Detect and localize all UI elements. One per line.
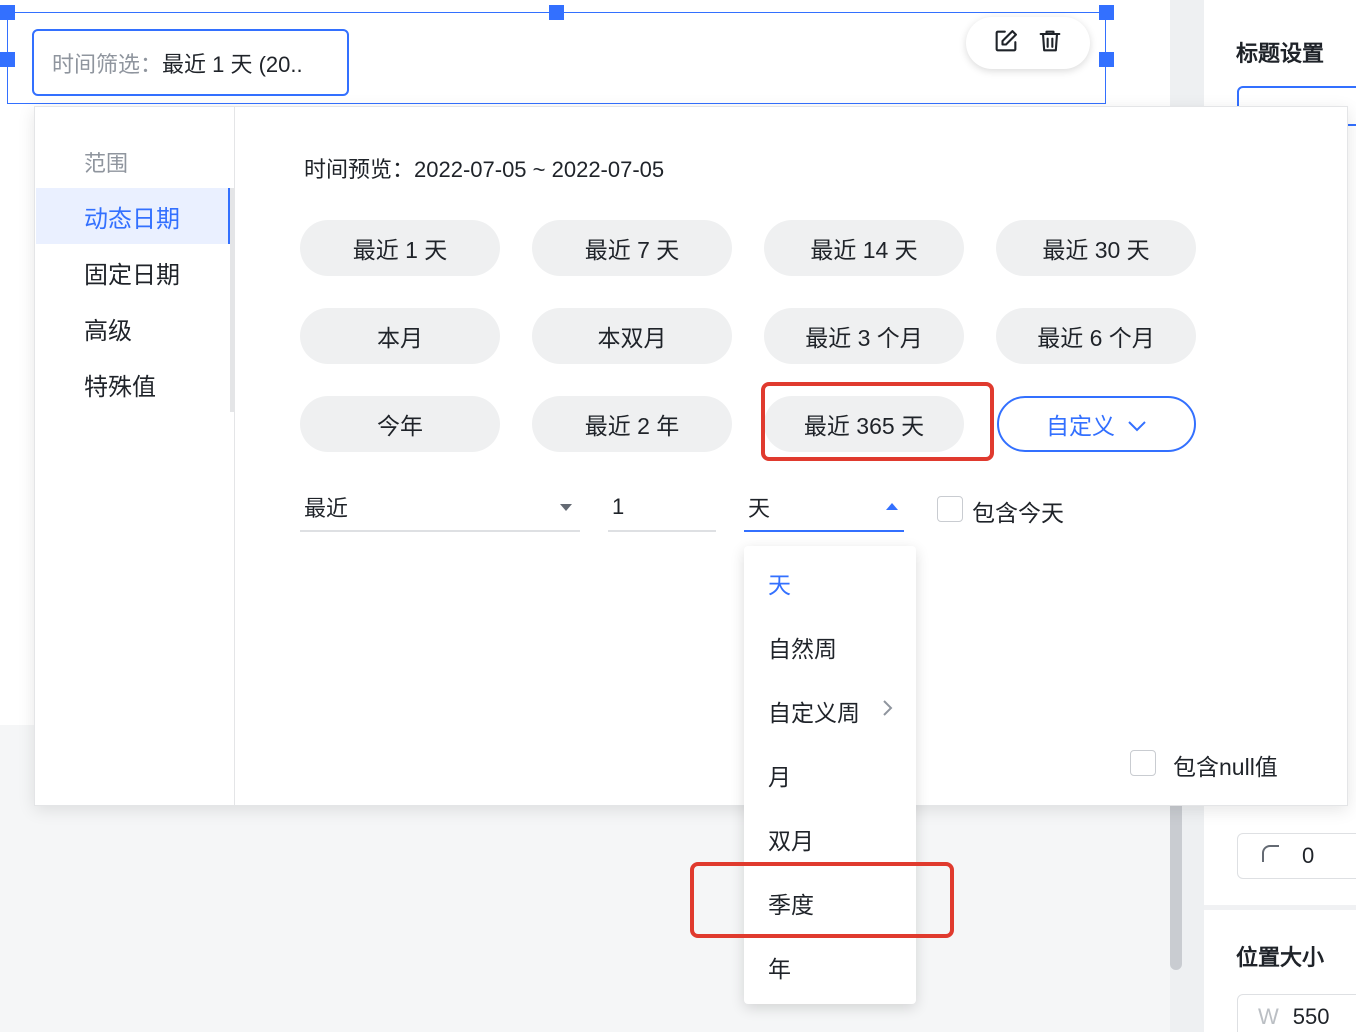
corner-radius-icon — [1260, 843, 1280, 869]
width-value: 550 — [1292, 1004, 1330, 1029]
include-today-checkbox[interactable] — [937, 496, 963, 522]
amount-value: 1 — [612, 494, 625, 519]
resize-handle-top-left[interactable] — [0, 5, 15, 20]
preset-last-1-day[interactable]: 最近 1 天 — [300, 220, 500, 276]
direction-select[interactable]: 最近 — [300, 484, 580, 532]
filter-value: 最近 1 天 (20.. — [162, 51, 303, 77]
sidebar-item-advanced[interactable]: 高级 — [36, 300, 234, 356]
unit-value: 天 — [748, 496, 771, 521]
preset-last-7-days[interactable]: 最近 7 天 — [532, 220, 732, 276]
resize-handle-top-right[interactable] — [1099, 5, 1114, 20]
menu-item-day[interactable]: 天 — [768, 566, 791, 600]
position-size-heading: 位置大小 — [1236, 945, 1325, 970]
corner-radius-value: 0 — [1302, 843, 1315, 868]
include-null-label[interactable]: 包含null值 — [1173, 748, 1278, 782]
edit-icon[interactable] — [992, 27, 1020, 60]
resize-handle-top[interactable] — [549, 5, 564, 20]
highlight-box-365-days — [761, 382, 994, 461]
menu-item-natural-week[interactable]: 自然周 — [768, 630, 837, 664]
canvas-scrollbar[interactable] — [1170, 800, 1182, 970]
preset-last-30-days[interactable]: 最近 30 天 — [996, 220, 1196, 276]
unit-select[interactable]: 天 — [744, 484, 904, 532]
time-preview: 时间预览：2022-07-05 ~ 2022-07-05 — [304, 157, 665, 182]
delete-icon[interactable] — [1036, 27, 1064, 60]
amount-input[interactable]: 1 — [608, 484, 716, 532]
widget-toolbar — [966, 17, 1090, 69]
sidebar-item-dynamic-date[interactable]: 动态日期 — [36, 188, 234, 244]
include-null-checkbox[interactable] — [1130, 750, 1156, 776]
sidebar-scrollbar[interactable] — [230, 188, 234, 412]
include-today-label[interactable]: 包含今天 — [972, 494, 1064, 528]
direction-value: 最近 — [304, 496, 349, 521]
menu-item-year[interactable]: 年 — [768, 950, 791, 984]
range-heading: 范围 — [84, 151, 129, 176]
sidebar-item-special-value[interactable]: 特殊值 — [36, 356, 234, 412]
preset-this-month[interactable]: 本月 — [300, 308, 500, 364]
resize-handle-left[interactable] — [0, 52, 15, 67]
preset-this-year[interactable]: 今年 — [300, 396, 500, 452]
preset-last-2-years[interactable]: 最近 2 年 — [532, 396, 732, 452]
filter-label: 时间筛选： — [52, 51, 163, 77]
preset-this-bimonth[interactable]: 本双月 — [532, 308, 732, 364]
menu-item-custom-week[interactable]: 自定义周 — [768, 694, 860, 728]
chevron-down-icon — [1127, 411, 1147, 438]
title-settings-heading: 标题设置 — [1236, 41, 1325, 66]
preset-last-14-days[interactable]: 最近 14 天 — [764, 220, 964, 276]
resize-handle-right[interactable] — [1099, 52, 1114, 67]
preset-last-3-months[interactable]: 最近 3 个月 — [764, 308, 964, 364]
time-filter-chip[interactable]: 时间筛选： 最近 1 天 (20.. — [32, 29, 349, 96]
highlight-box-quarter — [690, 862, 954, 938]
chevron-right-icon — [878, 694, 898, 722]
custom-range-button[interactable]: 自定义 — [997, 396, 1196, 452]
preset-last-6-months[interactable]: 最近 6 个月 — [996, 308, 1196, 364]
caret-down-icon — [560, 504, 572, 511]
menu-item-month[interactable]: 月 — [768, 758, 791, 792]
menu-item-bimonth[interactable]: 双月 — [768, 822, 814, 856]
width-field[interactable]: W 550 — [1237, 994, 1356, 1032]
width-prefix: W — [1258, 1004, 1279, 1029]
custom-range-label: 自定义 — [1046, 413, 1115, 439]
sidebar-item-fixed-date[interactable]: 固定日期 — [36, 244, 234, 300]
caret-up-icon — [886, 503, 898, 510]
corner-radius-field[interactable]: 0 — [1237, 833, 1356, 879]
